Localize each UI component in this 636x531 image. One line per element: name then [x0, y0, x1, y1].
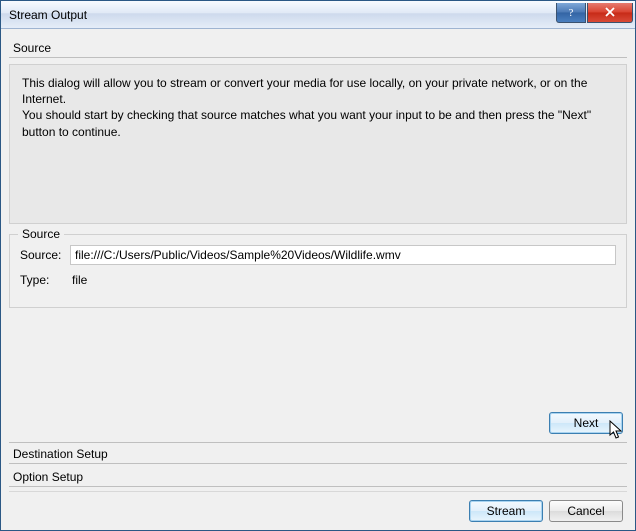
- next-row: Next: [9, 406, 627, 440]
- type-value: file: [70, 273, 87, 287]
- source-info-text: This dialog will allow you to stream or …: [9, 64, 627, 224]
- window-controls: ?: [556, 3, 633, 23]
- type-field-row: Type: file: [20, 273, 616, 287]
- titlebar[interactable]: Stream Output ?: [1, 1, 635, 29]
- spacer: [9, 308, 627, 406]
- footer-buttons: Stream Cancel: [9, 491, 627, 522]
- stream-output-dialog: Stream Output ? Source This dialog will …: [0, 0, 636, 531]
- next-button[interactable]: Next: [549, 412, 623, 434]
- help-button[interactable]: ?: [556, 3, 586, 23]
- close-icon: [604, 6, 616, 18]
- dialog-body: Source This dialog will allow you to str…: [1, 29, 635, 530]
- window-title: Stream Output: [9, 8, 556, 22]
- info-text: This dialog will allow you to stream or …: [22, 76, 591, 139]
- destination-setup-heading[interactable]: Destination Setup: [9, 442, 627, 464]
- source-group-legend: Source: [18, 227, 64, 241]
- type-label: Type:: [20, 273, 70, 287]
- source-field-row: Source:: [20, 245, 616, 265]
- svg-text:?: ?: [569, 7, 574, 18]
- help-icon: ?: [565, 6, 577, 18]
- source-heading: Source: [9, 35, 627, 58]
- source-input[interactable]: [70, 245, 616, 265]
- source-group: Source Source: Type: file: [9, 234, 627, 308]
- close-button[interactable]: [587, 3, 633, 23]
- source-label: Source:: [20, 248, 70, 262]
- cancel-button[interactable]: Cancel: [549, 500, 623, 522]
- option-setup-heading[interactable]: Option Setup: [9, 466, 627, 487]
- stream-button[interactable]: Stream: [469, 500, 543, 522]
